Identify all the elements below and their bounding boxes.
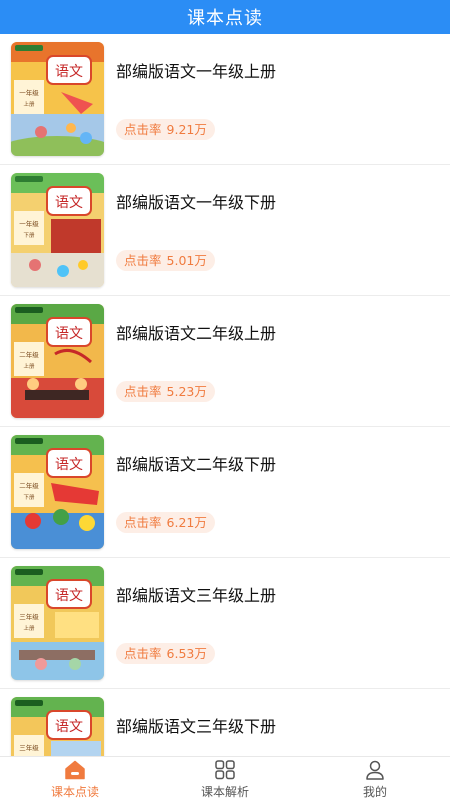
cover-grade: 三年级 — [19, 743, 39, 752]
book-cover: 语文 三年级 上册 — [11, 566, 104, 680]
cover-term: 上册 — [23, 624, 35, 632]
click-rate-badge: 点击率 6.21万 — [116, 512, 215, 533]
click-rate-label: 点击率 — [124, 646, 162, 661]
home-icon — [65, 760, 85, 780]
book-title[interactable]: 部编版语文二年级上册 — [116, 320, 276, 344]
book-item[interactable]: 语文 三年级 上册 部编版语文三年级上册 点击率 6.53万 — [0, 558, 450, 689]
page-title: 课本点读 — [187, 8, 263, 29]
book-title[interactable]: 部编版语文三年级下册 — [116, 713, 276, 737]
book-item[interactable]: 语文 一年级 上册 部编版语文一年级上册 点击率 9.21万 — [0, 34, 450, 165]
book-item[interactable]: 语文 二年级 上册 部编版语文二年级上册 点击率 5.23万 — [0, 296, 450, 427]
click-rate-label: 点击率 — [124, 515, 162, 530]
click-rate-value: 6.53万 — [166, 646, 207, 661]
click-rate-value: 5.01万 — [166, 253, 207, 268]
tab-textbook-reading[interactable]: 课本点读 — [0, 757, 150, 800]
book-cover: 语文 一年级 下册 — [11, 173, 104, 287]
cover-term: 下册 — [23, 232, 35, 239]
click-rate-badge: 点击率 6.53万 — [116, 643, 215, 664]
cover-subject: 语文 — [55, 588, 83, 604]
book-title[interactable]: 部编版语文二年级下册 — [116, 451, 276, 475]
book-cover: 语文 三年级 — [11, 697, 104, 756]
click-rate-label: 点击率 — [124, 122, 162, 137]
bottom-tab-bar: 课本点读 课本解析 我的 — [0, 756, 450, 800]
cover-grade: 三年级 — [19, 612, 39, 621]
app-header: 课本点读 — [0, 0, 450, 34]
click-rate-label: 点击率 — [124, 384, 162, 399]
click-rate-value: 6.21万 — [166, 515, 207, 530]
click-rate-value: 5.23万 — [166, 384, 207, 399]
cover-grade: 二年级 — [19, 481, 39, 490]
cover-term: 上册 — [23, 100, 35, 108]
tab-label: 课本点读 — [50, 785, 99, 799]
click-rate-badge: 点击率 5.01万 — [116, 250, 215, 271]
grid-icon — [215, 760, 235, 780]
tab-label: 我的 — [362, 785, 387, 799]
tab-textbook-analysis[interactable]: 课本解析 — [150, 757, 300, 800]
cover-term: 上册 — [23, 362, 35, 370]
book-title[interactable]: 部编版语文三年级上册 — [116, 582, 276, 606]
tab-label: 课本解析 — [200, 785, 249, 799]
book-list[interactable]: 语文 一年级 上册 部编版语文一年级上册 点击率 9.21万 语文 一年级 下册… — [0, 34, 450, 756]
click-rate-badge: 点击率 5.23万 — [116, 381, 215, 402]
cover-term: 下册 — [23, 494, 35, 501]
user-icon — [366, 760, 384, 780]
book-title[interactable]: 部编版语文一年级下册 — [116, 189, 276, 213]
cover-grade: 一年级 — [19, 219, 39, 228]
book-item[interactable]: 语文 二年级 下册 部编版语文二年级下册 点击率 6.21万 — [0, 427, 450, 558]
click-rate-badge: 点击率 9.21万 — [116, 119, 215, 140]
cover-subject: 语文 — [55, 64, 83, 80]
tab-mine[interactable]: 我的 — [300, 757, 450, 800]
book-title[interactable]: 部编版语文一年级上册 — [116, 58, 276, 82]
cover-subject: 语文 — [55, 195, 83, 211]
click-rate-label: 点击率 — [124, 253, 162, 268]
book-cover: 语文 二年级 上册 — [11, 304, 104, 418]
book-item[interactable]: 语文 一年级 下册 部编版语文一年级下册 点击率 5.01万 — [0, 165, 450, 296]
cover-grade: 一年级 — [19, 88, 39, 97]
book-cover: 语文 一年级 上册 — [11, 42, 104, 156]
cover-subject: 语文 — [55, 326, 83, 342]
cover-subject: 语文 — [55, 457, 83, 473]
cover-grade: 二年级 — [19, 350, 39, 359]
click-rate-value: 9.21万 — [166, 122, 207, 137]
book-item[interactable]: 语文 三年级 部编版语文三年级下册 — [0, 689, 450, 756]
cover-subject: 语文 — [55, 719, 83, 735]
book-cover: 语文 二年级 下册 — [11, 435, 104, 549]
